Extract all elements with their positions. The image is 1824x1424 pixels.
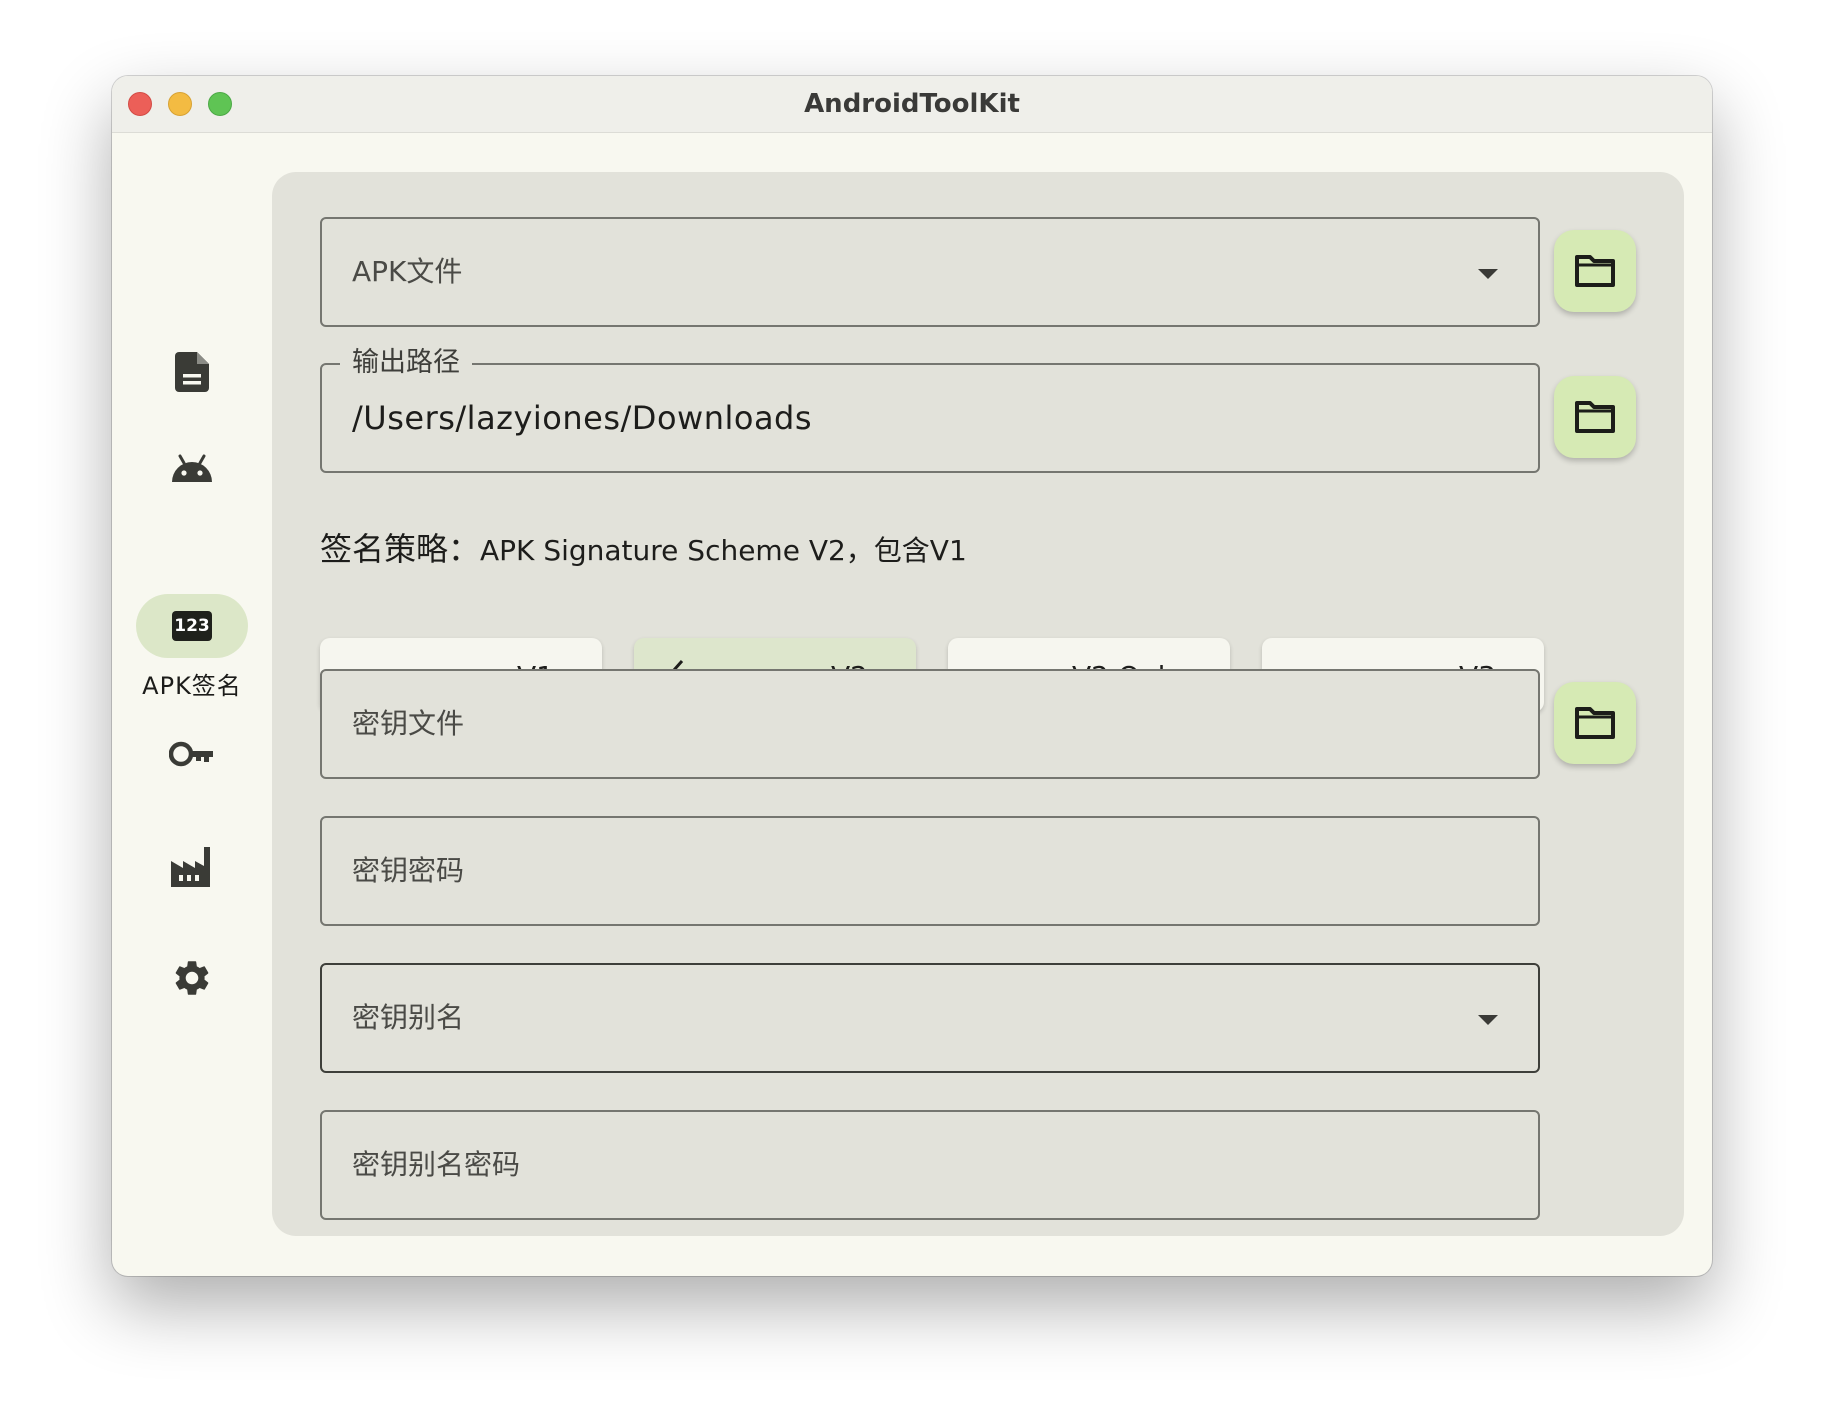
key-alias-password-placeholder: 密钥别名密码 xyxy=(352,1148,521,1181)
key-file-placeholder: 密钥文件 xyxy=(352,707,465,740)
apk-file-dropdown[interactable]: APK文件 xyxy=(320,217,1540,327)
apk-file-browse-button[interactable] xyxy=(1554,230,1636,312)
output-path-browse-button[interactable] xyxy=(1554,376,1636,458)
key-alias-placeholder: 密钥别名 xyxy=(352,1001,465,1034)
android-icon xyxy=(172,454,212,482)
chevron-down-icon[interactable] xyxy=(1478,1015,1498,1025)
folder-icon xyxy=(1575,401,1615,433)
key-file-field[interactable]: 密钥文件 xyxy=(320,669,1540,779)
document-icon xyxy=(175,352,209,392)
chevron-down-icon[interactable] xyxy=(1478,269,1498,279)
sidebar-item-file-info[interactable] xyxy=(136,340,248,404)
key-alias-dropdown[interactable]: 密钥别名 xyxy=(320,963,1540,1073)
sidebar-item-android[interactable] xyxy=(136,436,248,500)
signing-strategy-value: APK Signature Scheme V2，包含V1 xyxy=(480,534,967,567)
key-icon xyxy=(169,741,213,767)
window-title: AndroidToolKit xyxy=(804,89,1020,119)
signing-strategy-label: 签名策略： xyxy=(320,530,481,568)
sidebar-item-factory[interactable] xyxy=(136,834,248,898)
signing-strategy: 签名策略：APK Signature Scheme V2，包含V1 xyxy=(320,524,967,570)
numbers-123-icon: 123 xyxy=(172,611,212,641)
output-path-value[interactable]: /Users/lazyiones/Downloads xyxy=(352,365,812,471)
gear-icon xyxy=(175,961,209,995)
app-window: AndroidToolKit 123 APK签名 APK文件 输出路径 /Use… xyxy=(112,76,1712,1276)
folder-icon xyxy=(1575,707,1615,739)
sidebar-item-apk-sign-label: APK签名 xyxy=(142,672,242,700)
factory-icon xyxy=(171,847,210,887)
apk-file-placeholder: APK文件 xyxy=(352,255,463,288)
key-password-placeholder: 密钥密码 xyxy=(352,854,465,887)
content-panel: APK文件 输出路径 /Users/lazyiones/Downloads 签名… xyxy=(272,172,1684,1236)
key-password-field[interactable]: 密钥密码 xyxy=(320,816,1540,926)
output-path-field[interactable]: 输出路径 /Users/lazyiones/Downloads xyxy=(320,345,1540,473)
title-bar: AndroidToolKit xyxy=(112,76,1712,133)
sidebar-item-key[interactable] xyxy=(136,722,248,786)
sidebar-item-settings[interactable] xyxy=(136,946,248,1010)
key-file-browse-button[interactable] xyxy=(1554,682,1636,764)
folder-icon xyxy=(1575,255,1615,287)
key-alias-password-field[interactable]: 密钥别名密码 xyxy=(320,1110,1540,1220)
sidebar-item-apk-sign[interactable]: 123 xyxy=(136,594,248,658)
